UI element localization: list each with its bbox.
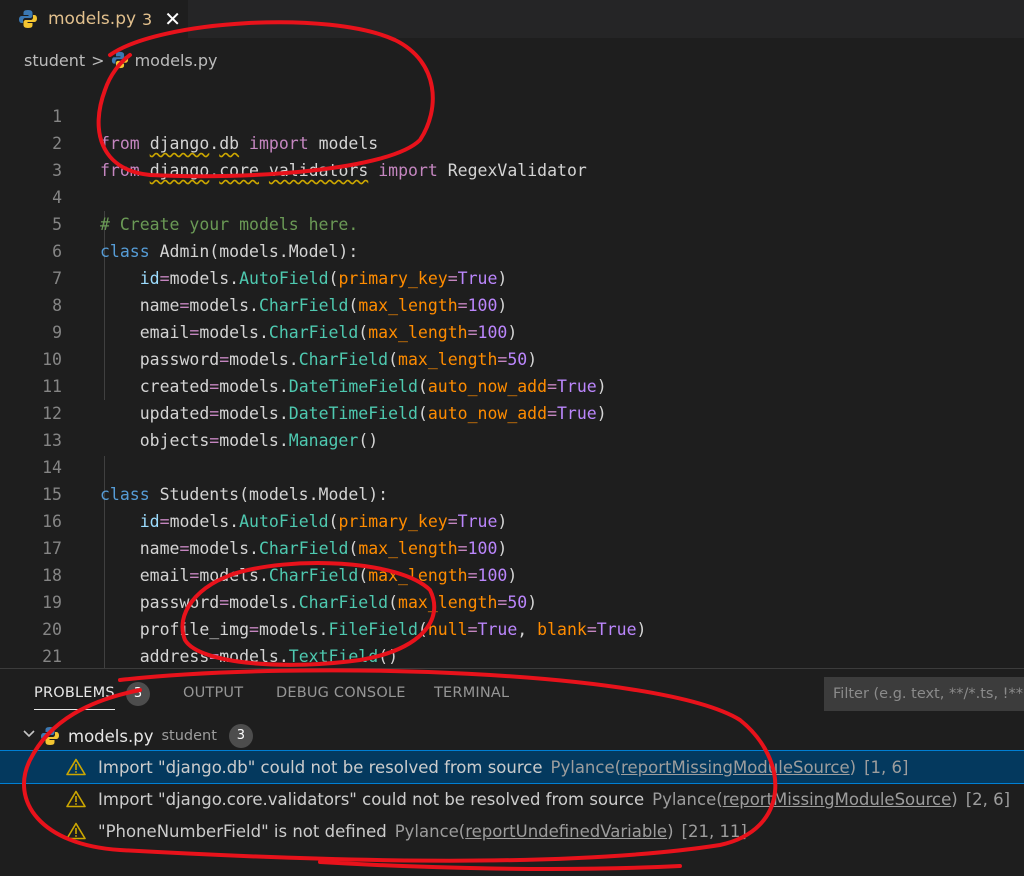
breadcrumb-separator: > (91, 50, 105, 70)
code-line: 16 name=models.CharField(max_length=100) (42, 512, 508, 558)
code-line: 1 from django.db import models (52, 107, 379, 153)
code-line: 7 name=models.CharField(max_length=100) (52, 269, 508, 315)
warning-icon (66, 790, 86, 808)
tab-problem-count: 3 (142, 9, 153, 29)
tab-terminal[interactable]: TERMINAL (434, 685, 509, 701)
python-file-icon (19, 10, 37, 28)
code-line: 13 (42, 431, 62, 450)
code-line: 6 id=models.AutoField(primary_key=True) (52, 242, 508, 288)
editor-tab-bar: models.py 3 ✕ (0, 0, 1024, 38)
problem-position: [2, 6] (965, 789, 1011, 809)
code-line: 5 class Admin(models.Model): (52, 215, 359, 261)
tab-filename: models.py (48, 9, 137, 29)
code-line: 10 created=models.DateTimeField(auto_now… (42, 350, 607, 396)
problem-item[interactable]: Import "django.core.validators" could no… (0, 783, 1024, 815)
problem-position: [21, 11] (681, 821, 747, 841)
code-line: 22 (0, 643, 1024, 668)
problem-code-link[interactable]: reportMissingModuleSource (621, 758, 850, 777)
problem-message: Import "django.db" could not be resolved… (98, 757, 543, 777)
code-line: 4 # Create your models here. (0, 157, 1024, 234)
code-line: 9 password=models.CharField(max_length=5… (52, 323, 538, 369)
code-line: 18 password=models.CharField(max_length=… (42, 566, 538, 612)
problem-source: Pylance (550, 757, 615, 777)
problems-panel: PROBLEMS 3 OUTPUT DEBUG CONSOLE TERMINAL… (0, 668, 1024, 876)
problem-group-row[interactable]: models.py student 3 (0, 721, 1024, 751)
code-line: 12 objects=models.Manager() (42, 404, 379, 450)
chevron-down-icon[interactable] (22, 727, 40, 745)
tab-models-py[interactable]: models.py 3 ✕ (0, 0, 188, 38)
problem-position: [1, 6] (864, 757, 909, 777)
code-line: 19 profile_img=models.FileField(null=Tru… (42, 593, 647, 639)
problem-source: Pylance (394, 821, 459, 841)
code-line: 20 address=models.TextField() (42, 620, 399, 666)
code-line: 15 id=models.AutoField(primary_key=True) (42, 485, 508, 531)
problem-source: Pylance (652, 789, 717, 809)
group-count-badge: 3 (228, 724, 253, 748)
close-icon[interactable]: ✕ (164, 7, 181, 31)
code-line: 14 class Students(models.Model): (42, 458, 389, 504)
code-line: 3 (52, 161, 62, 180)
breadcrumb: student > models.py (0, 44, 1024, 76)
problem-item[interactable]: Import "django.db" could not be resolved… (0, 750, 1024, 784)
warning-icon (66, 758, 86, 776)
problems-filter-input[interactable] (824, 677, 1024, 711)
problems-count-badge: 3 (126, 682, 150, 706)
problem-item[interactable]: "PhoneNumberField" is not defined Pylanc… (0, 815, 1024, 847)
tab-output[interactable]: OUTPUT (183, 685, 243, 701)
python-file-icon (111, 51, 128, 69)
tab-problems[interactable]: PROBLEMS (34, 685, 115, 710)
problem-message: Import "django.core.validators" could no… (98, 789, 645, 809)
breadcrumb-folder[interactable]: student (24, 51, 85, 70)
problem-code-link[interactable]: reportUndefinedVariable (465, 822, 667, 841)
group-file-name: models.py (68, 726, 154, 746)
code-line: 17 email=models.CharField(max_length=100… (42, 539, 518, 585)
code-line: 8 email=models.CharField(max_length=100) (52, 296, 518, 342)
panel-tabs: PROBLEMS 3 OUTPUT DEBUG CONSOLE TERMINAL (0, 669, 1024, 719)
tab-debug-console[interactable]: DEBUG CONSOLE (276, 685, 406, 701)
problem-message: "PhoneNumberField" is not defined (98, 821, 387, 841)
group-folder-name: student (161, 728, 217, 744)
code-editor[interactable]: 1 from django.db import models 2 from dj… (0, 76, 1024, 668)
code-line: 21 phone=PhoneNumberField(null=False, bl… (42, 647, 62, 666)
warning-icon (66, 822, 86, 840)
code-line: 11 updated=models.DateTimeField(auto_now… (42, 377, 607, 423)
python-file-icon (41, 727, 59, 745)
problem-code-link[interactable]: reportMissingModuleSource (723, 790, 952, 809)
code-line: 2 from django.core.validators import Reg… (52, 134, 587, 180)
breadcrumb-file[interactable]: models.py (135, 51, 218, 70)
